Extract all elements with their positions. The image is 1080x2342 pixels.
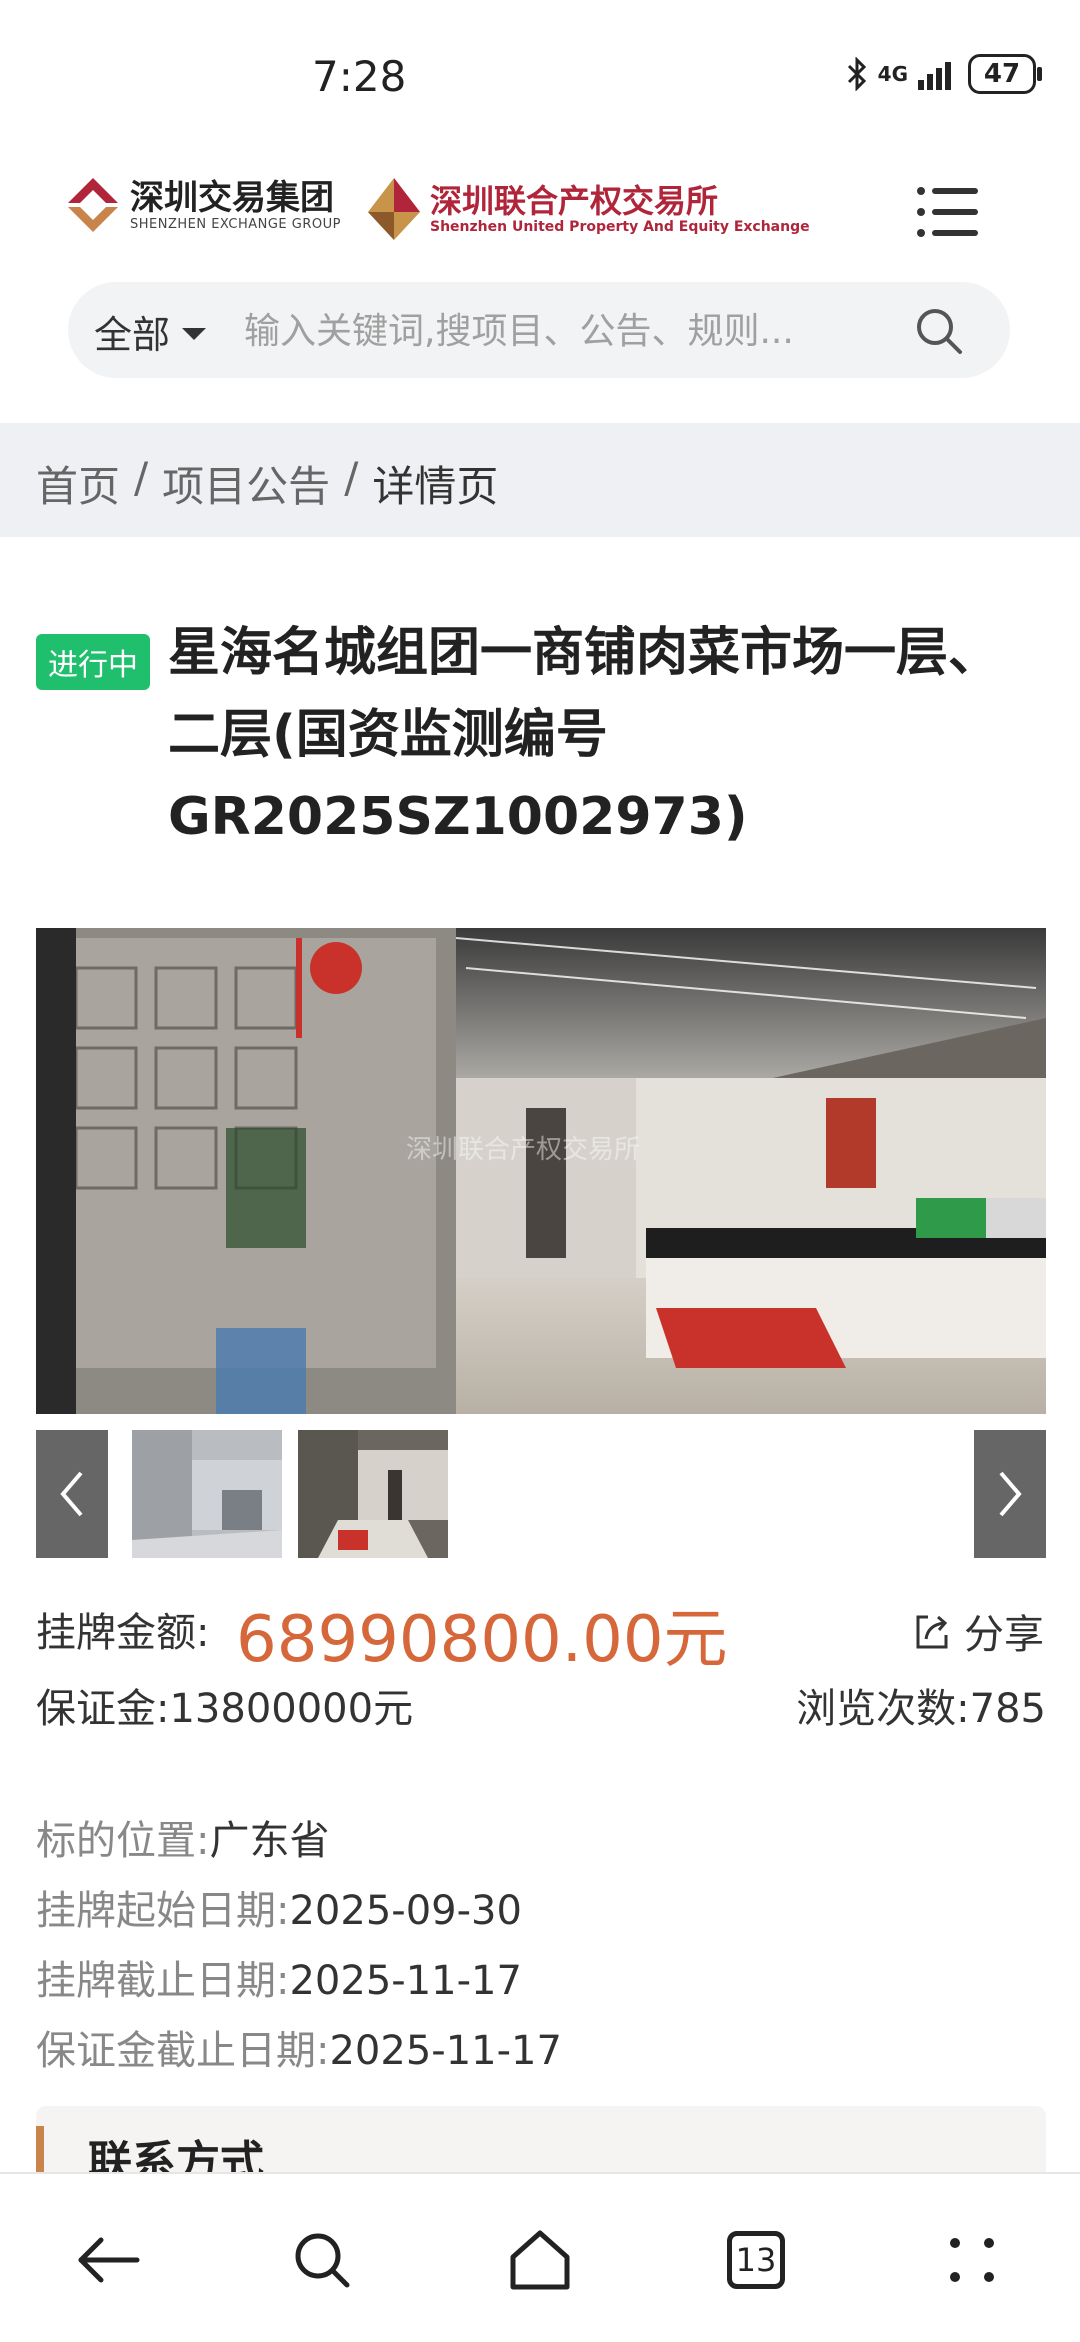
search-scope-dropdown[interactable]: 全部 — [94, 304, 207, 359]
image-watermark: 深圳联合产权交易所 — [406, 1135, 640, 1165]
breadcrumb-home[interactable]: 首页 — [36, 453, 120, 514]
share-icon — [916, 1615, 948, 1649]
tabs-button[interactable]: 13 — [716, 2220, 796, 2300]
breadcrumb-current: 详情页 — [372, 462, 499, 511]
tab-count-icon: 13 — [727, 2231, 785, 2289]
next-image-button[interactable] — [974, 1430, 1046, 1558]
views-label: 浏览次数: — [796, 1686, 970, 1732]
more-icon — [950, 2238, 994, 2282]
menu-icon — [917, 187, 978, 237]
shenzhen-united-exchange-logo[interactable]: 深圳联合产权交易所 Shenzhen United Property And E… — [366, 176, 810, 242]
search-input[interactable] — [242, 300, 926, 362]
share-button[interactable]: 分享 — [912, 1602, 1044, 1660]
thumbnail-photo — [298, 1430, 448, 1558]
views-info: 浏览次数:785 — [796, 1676, 1046, 1734]
logo1-en: SHENZHEN EXCHANGE GROUP — [130, 216, 341, 232]
search-scope-label: 全部 — [94, 313, 171, 357]
signal-icon — [918, 62, 951, 90]
chevron-right-icon — [999, 1471, 1022, 1517]
deposit-deadline-row: 保证金截止日期:2025-11-17 — [36, 2018, 562, 2076]
thumbnail-photo — [132, 1430, 282, 1558]
start-date-label: 挂牌起始日期: — [36, 1888, 290, 1934]
price-value: 68990800.00元 — [236, 1603, 728, 1677]
browser-bottom-nav: 13 — [0, 2172, 1080, 2342]
breadcrumb-separator: / — [134, 453, 149, 502]
breadcrumb: 首页 / 项目公告 / 详情页 — [36, 453, 498, 514]
start-date-value: 2025-09-30 — [289, 1888, 522, 1934]
breadcrumb-separator: / — [344, 453, 359, 502]
search-bar: 全部 — [68, 282, 1010, 378]
back-button[interactable] — [68, 2220, 148, 2300]
logo2-en: Shenzhen United Property And Equity Exch… — [430, 219, 810, 235]
thumbnail-1[interactable] — [132, 1430, 282, 1558]
location-row: 标的位置:广东省 — [36, 1808, 329, 1866]
chevron-left-icon — [60, 1471, 83, 1517]
interior-photo: 深圳联合产权交易所 — [36, 928, 1046, 1414]
thumbnail-2[interactable] — [298, 1430, 448, 1558]
status-time: 7:28 — [312, 52, 407, 101]
breadcrumb-bar: 首页 / 项目公告 / 详情页 — [0, 423, 1080, 537]
image-thumbnails — [36, 1430, 1046, 1558]
end-date-row: 挂牌截止日期:2025-11-17 — [36, 1948, 522, 2006]
deposit-info: 保证金:13800000元 — [36, 1676, 413, 1734]
location-value: 广东省 — [209, 1818, 330, 1864]
shenzhen-exchange-group-logo[interactable]: 深圳交易集团 SHENZHEN EXCHANGE GROUP — [66, 176, 341, 234]
logo1-cn: 深圳交易集团 — [130, 177, 334, 218]
search-icon — [295, 2233, 350, 2288]
back-arrow-icon — [78, 2237, 140, 2283]
battery-icon: 47 — [968, 54, 1042, 94]
location-label: 标的位置: — [36, 1818, 210, 1864]
exchange-group-logo-icon — [68, 178, 118, 232]
more-options-button[interactable] — [932, 2220, 1012, 2300]
project-main-image[interactable]: 深圳联合产权交易所 — [36, 928, 1046, 1414]
logo2-cn: 深圳联合产权交易所 — [430, 182, 719, 220]
deposit-label: 保证金: — [36, 1686, 170, 1732]
menu-button[interactable] — [916, 184, 980, 240]
caret-down-icon — [182, 327, 207, 340]
battery-level: 47 — [983, 59, 1021, 89]
search-nav-button[interactable] — [282, 2220, 362, 2300]
deposit-deadline-value: 2025-11-17 — [329, 2028, 562, 2074]
home-button[interactable] — [500, 2220, 580, 2300]
united-exchange-logo-icon — [368, 178, 420, 240]
end-date-label: 挂牌截止日期: — [36, 1958, 290, 2004]
views-value: 785 — [969, 1686, 1046, 1732]
bluetooth-icon — [847, 57, 866, 91]
search-icon[interactable] — [914, 306, 964, 356]
end-date-value: 2025-11-17 — [289, 1958, 522, 2004]
prev-image-button[interactable] — [36, 1430, 108, 1558]
status-badge: 进行中 — [36, 634, 150, 690]
deposit-value: 13800000元 — [169, 1686, 414, 1732]
deposit-deadline-label: 保证金截止日期: — [36, 2028, 330, 2074]
price-label: 挂牌金额: — [36, 1610, 210, 1656]
start-date-row: 挂牌起始日期:2025-09-30 — [36, 1878, 522, 1936]
share-label: 分享 — [964, 1612, 1044, 1658]
network-label: 4G — [877, 62, 908, 86]
status-icons: 4G 47 — [846, 54, 1042, 94]
project-title: 星海名城组团一商铺肉菜市场一层、二层(国资监测编号GR2025SZ1002973… — [168, 623, 1001, 847]
breadcrumb-section[interactable]: 项目公告 — [162, 453, 330, 514]
home-icon — [510, 2230, 570, 2290]
